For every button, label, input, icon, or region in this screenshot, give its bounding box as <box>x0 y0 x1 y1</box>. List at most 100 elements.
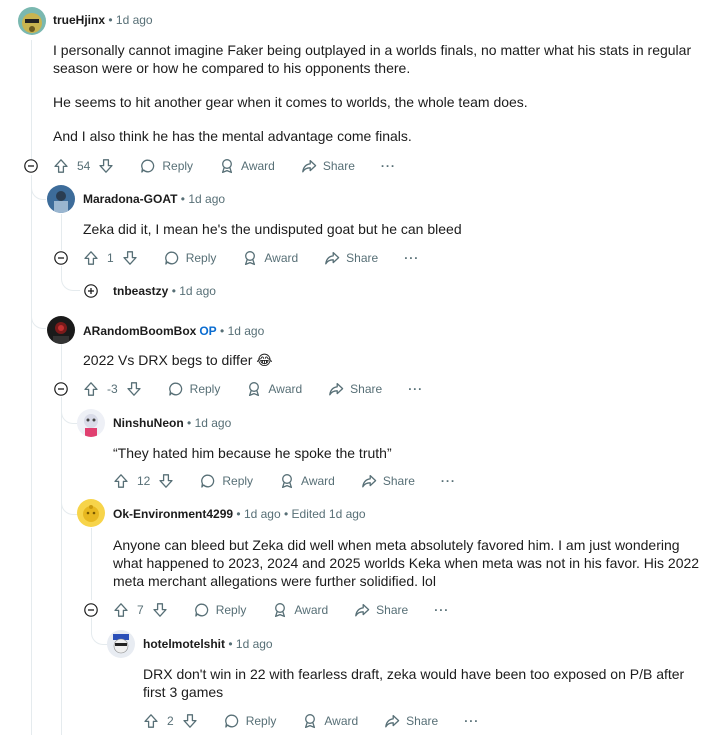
downvote-icon[interactable] <box>98 158 114 174</box>
more-options-button[interactable]: ··· <box>464 714 479 728</box>
collapse-icon[interactable] <box>54 251 68 265</box>
avatar[interactable] <box>107 630 135 658</box>
collapse-icon[interactable] <box>24 159 38 173</box>
paragraph: Anyone can bleed but Zeka did well when … <box>113 537 700 589</box>
share-button[interactable]: Share <box>361 473 415 489</box>
avatar[interactable] <box>47 316 75 344</box>
award-button[interactable]: Award <box>279 473 335 489</box>
timestamp[interactable]: 1d ago <box>244 507 281 521</box>
timestamp[interactable]: 1d ago <box>195 416 232 430</box>
author-name[interactable]: trueHjinx <box>53 13 105 27</box>
reply-button[interactable]: Reply <box>168 381 220 397</box>
award-button[interactable]: Award <box>219 158 275 174</box>
vote-group: 7 <box>113 602 168 618</box>
comment-body: I personally cannot imagine Faker being … <box>53 41 703 161</box>
more-options-button[interactable]: ··· <box>434 603 449 617</box>
downvote-icon[interactable] <box>126 381 142 397</box>
reply-icon <box>140 158 156 174</box>
thread-line-maradona[interactable] <box>61 214 62 250</box>
upvote-icon[interactable] <box>143 713 159 729</box>
author-name[interactable]: Maradona-GOAT <box>83 192 177 206</box>
timestamp[interactable]: 1d ago <box>228 324 265 338</box>
downvote-icon[interactable] <box>182 713 198 729</box>
thread-line-boombox[interactable] <box>61 344 62 380</box>
thread-curve <box>61 266 80 291</box>
thread-line-root[interactable] <box>31 40 32 160</box>
reply-icon <box>200 473 216 489</box>
thread-curve <box>31 300 46 329</box>
more-options-button[interactable]: ··· <box>408 382 423 396</box>
upvote-icon[interactable] <box>83 381 99 397</box>
more-options-button[interactable]: ··· <box>381 159 396 173</box>
reply-button[interactable]: Reply <box>164 250 216 266</box>
separator: • <box>220 324 225 338</box>
author-name[interactable]: tnbeastzy <box>113 284 168 298</box>
comment-meta: trueHjinx • 1d ago <box>53 12 153 28</box>
share-label: Share <box>376 603 409 617</box>
reply-button[interactable]: Reply <box>140 158 193 174</box>
reply-button[interactable]: Reply <box>200 473 253 489</box>
avatar[interactable] <box>77 499 105 527</box>
award-icon <box>219 158 235 174</box>
award-button[interactable]: Award <box>302 713 358 729</box>
timestamp[interactable]: 1d ago <box>236 637 273 651</box>
share-button[interactable]: Share <box>354 602 408 618</box>
score: 12 <box>137 474 151 488</box>
share-label: Share <box>406 714 439 728</box>
upvote-icon[interactable] <box>83 250 99 266</box>
thread-line-okenv[interactable] <box>91 528 92 600</box>
avatar[interactable] <box>47 185 75 213</box>
share-button[interactable]: Share <box>301 158 355 174</box>
thread-curve <box>91 618 108 645</box>
timestamp[interactable]: 1d ago <box>116 13 153 27</box>
award-label: Award <box>268 382 303 396</box>
upvote-icon[interactable] <box>113 602 129 618</box>
comment-body: DRX don't win in 22 with fearless draft,… <box>143 665 703 717</box>
downvote-icon[interactable] <box>122 250 138 266</box>
upvote-icon[interactable] <box>53 158 69 174</box>
author-name[interactable]: NinshuNeon <box>113 416 184 430</box>
share-button[interactable]: Share <box>384 713 438 729</box>
avatar[interactable] <box>18 7 46 35</box>
thread-line-boombox-cont[interactable] <box>61 397 62 735</box>
more-options-button[interactable]: ··· <box>404 251 419 265</box>
downvote-icon[interactable] <box>152 602 168 618</box>
share-label: Share <box>322 159 355 173</box>
collapse-icon[interactable] <box>84 603 98 617</box>
reply-icon <box>224 713 240 729</box>
reply-icon <box>194 602 210 618</box>
timestamp[interactable]: 1d ago <box>179 284 216 298</box>
reply-icon <box>164 250 180 266</box>
share-button[interactable]: Share <box>328 381 382 397</box>
reply-button[interactable]: Reply <box>194 602 246 618</box>
author-name[interactable]: ARandomBoomBox <box>83 324 196 338</box>
expand-icon[interactable] <box>84 284 98 298</box>
avatar[interactable] <box>77 409 105 437</box>
score: 54 <box>77 159 91 173</box>
timestamp[interactable]: 1d ago <box>188 192 225 206</box>
separator: • <box>187 416 192 430</box>
reply-button[interactable]: Reply <box>224 713 276 729</box>
vote-group: 54 <box>53 158 114 174</box>
award-button[interactable]: Award <box>272 602 328 618</box>
share-icon <box>301 158 317 174</box>
award-icon <box>242 250 258 266</box>
score: -3 <box>107 382 118 396</box>
collapse-icon[interactable] <box>54 382 68 396</box>
author-name[interactable]: hotelmotelshit <box>143 637 225 651</box>
separator: • <box>108 13 113 27</box>
more-options-button[interactable]: ··· <box>441 474 456 488</box>
thread-line-root-cont[interactable] <box>31 175 32 735</box>
share-button[interactable]: Share <box>324 250 378 266</box>
separator: • <box>171 284 176 298</box>
share-label: Share <box>346 251 379 265</box>
author-name[interactable]: Ok-Environment4299 <box>113 507 233 521</box>
upvote-icon[interactable] <box>113 473 129 489</box>
award-button[interactable]: Award <box>242 250 298 266</box>
award-button[interactable]: Award <box>246 381 302 397</box>
award-label: Award <box>264 251 299 265</box>
thread-curve <box>61 397 78 424</box>
share-icon <box>361 473 377 489</box>
downvote-icon[interactable] <box>158 473 174 489</box>
action-bar: 7 Reply Award Share ··· <box>113 600 449 620</box>
